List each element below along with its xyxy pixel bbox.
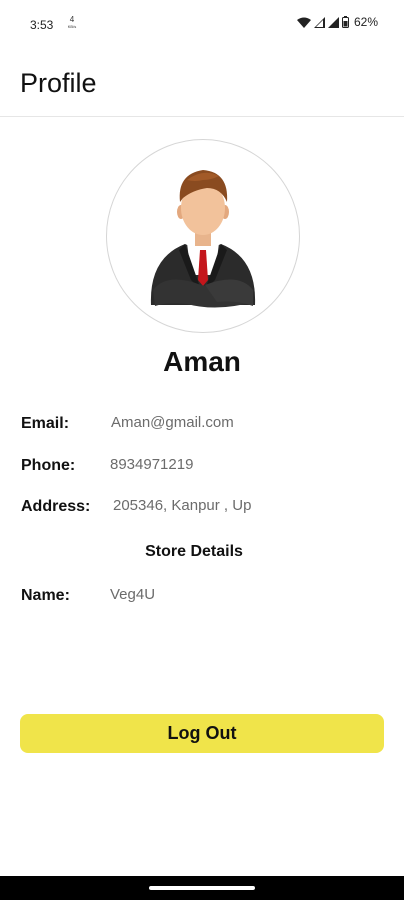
businessman-illustration bbox=[150, 170, 256, 308]
signal-icon bbox=[327, 16, 339, 28]
status-time: 3:53 bbox=[30, 18, 54, 32]
network-speed-value: 4 bbox=[69, 15, 75, 24]
status-bar: 3:53 4 KB/s 62% bbox=[0, 0, 404, 50]
network-speed-unit: KB/s bbox=[67, 24, 77, 29]
store-name-label: Name: bbox=[21, 587, 70, 604]
phone-value: 8934971219 bbox=[110, 456, 194, 473]
page-title: Profile bbox=[20, 68, 97, 98]
phone-label: Phone: bbox=[21, 457, 76, 474]
app-bar: Profile bbox=[0, 50, 404, 117]
wifi-icon bbox=[296, 17, 311, 28]
logout-button[interactable]: Log Out bbox=[20, 714, 384, 753]
signal-icon bbox=[313, 16, 325, 28]
battery-percent: 62% bbox=[353, 15, 378, 29]
store-name-value: Veg4U bbox=[110, 586, 156, 603]
email-label: Email: bbox=[21, 415, 70, 432]
email-value: Aman@gmail.com bbox=[111, 414, 234, 431]
avatar bbox=[106, 139, 300, 333]
address-value: 205346, Kanpur , Up bbox=[113, 497, 252, 514]
address-label: Address: bbox=[21, 498, 91, 515]
home-gesture-handle[interactable] bbox=[149, 886, 255, 890]
status-icons: 62% bbox=[296, 15, 378, 29]
store-details-title: Store Details bbox=[145, 543, 243, 560]
system-navigation-bar bbox=[0, 876, 404, 900]
network-speed-indicator: 4 KB/s bbox=[66, 15, 78, 30]
battery-icon bbox=[341, 16, 349, 28]
user-name: Aman bbox=[163, 346, 241, 377]
